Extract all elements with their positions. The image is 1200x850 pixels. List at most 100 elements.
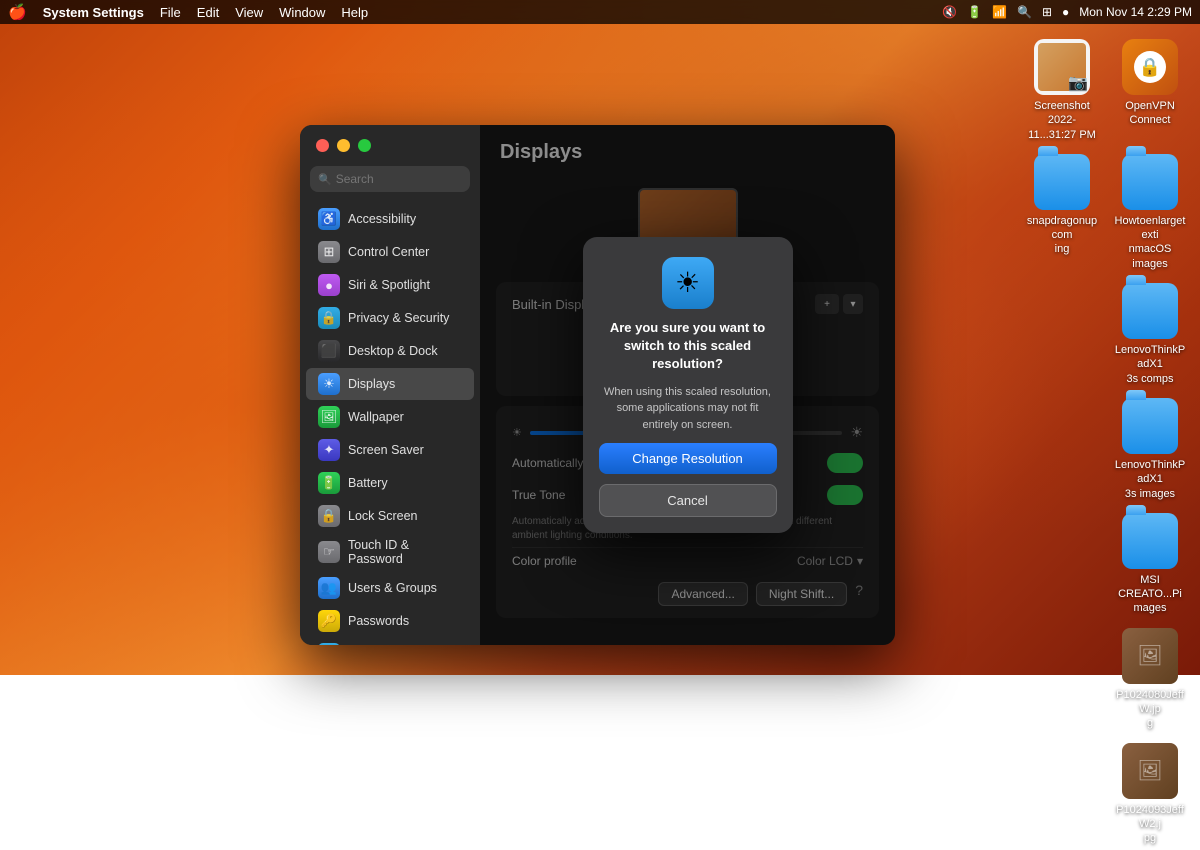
dialog-icon: ☀ [662,257,714,309]
passwords-label: Passwords [348,614,409,628]
search-input[interactable] [336,172,462,186]
howtoen-folder [1122,154,1178,210]
displays-icon: ☀ [318,373,340,395]
sidebar-item-battery[interactable]: 🔋 Battery [306,467,474,499]
sidebar-item-screensaver[interactable]: ✦ Screen Saver [306,434,474,466]
menu-file[interactable]: File [160,5,181,20]
desktop-icon-small: ⬛ [318,340,340,362]
menu-edit[interactable]: Edit [197,5,219,20]
sidebar-item-internet[interactable]: 🌐 Internet Accounts [306,638,474,645]
desktop-icon-screenshot[interactable]: Screenshot2022-11...31:27 PM [1022,35,1102,146]
sidebar-item-siri[interactable]: ● Siri & Spotlight [306,269,474,301]
desktop-row-2: snapdragonupcoming Howtoenlargetextinmac… [1022,150,1190,275]
desktop-row-1: Screenshot2022-11...31:27 PM 🔒 OpenVPN C… [1022,35,1190,146]
lenovo2-label: LenovoThinkPadX13s images [1114,458,1186,501]
sidebar-item-wallpaper[interactable]: 🖼 Wallpaper [306,401,474,433]
touchid-icon: ☞ [318,541,340,563]
sidebar-item-control-center[interactable]: ⊞ Control Center [306,236,474,268]
desktop-row-3: LenovoThinkPadX13s comps [1110,279,1190,390]
screenshot-thumbnail [1034,39,1090,95]
sidebar-item-desktop[interactable]: ⬛ Desktop & Dock [306,335,474,367]
sidebar-item-users[interactable]: 👥 Users & Groups [306,572,474,604]
wallpaper-icon: 🖼 [318,406,340,428]
sidebar-item-touchid[interactable]: ☞ Touch ID & Password [306,533,474,571]
snapdragon-folder [1034,154,1090,210]
p1024093-thumb: 🖼 [1122,743,1178,799]
desktop-row-7: 🖼 P1024093JeffW2.jpg [1110,739,1190,850]
desktop-label: Desktop & Dock [348,344,438,358]
desktop-icon-msi[interactable]: MSICREATO...Pimages [1110,509,1190,620]
sidebar-item-accessibility[interactable]: ♿ Accessibility [306,203,474,235]
display-sun-icon: ☀ [675,266,700,299]
accessibility-label: Accessibility [348,212,416,226]
siri-icon[interactable]: ● [1062,5,1069,19]
menu-help[interactable]: Help [341,5,368,20]
menubar-left: 🍎 System Settings File Edit View Window … [8,3,368,21]
change-resolution-dialog: ☀ Are you sure you want to switch to thi… [583,237,793,533]
search-bar[interactable]: 🔍 [310,166,470,192]
confirm-resolution-button[interactable]: Change Resolution [599,443,777,474]
lock-icon: 🔒 [318,505,340,527]
sidebar-item-passwords[interactable]: 🔑 Passwords [306,605,474,637]
desktop-row-6: 🖼 P1024080JeffW.jpg [1110,624,1190,735]
lenovo1-label: LenovoThinkPadX13s comps [1114,343,1186,386]
desktop-row-4: LenovoThinkPadX13s images [1110,394,1190,505]
close-button[interactable] [316,139,329,152]
desktop-icon-openvpn[interactable]: 🔒 OpenVPN Connect [1110,35,1190,132]
sidebar-item-lock[interactable]: 🔒 Lock Screen [306,500,474,532]
sidebar: 🔍 ♿ Accessibility ⊞ Control Center ● Sir… [300,125,480,645]
main-panel: Displays Built-in Display + [480,125,895,645]
window-controls [300,125,480,162]
desktop-icon-lenovo2[interactable]: LenovoThinkPadX13s images [1110,394,1190,505]
app-name[interactable]: System Settings [43,5,144,20]
modal-overlay: ☀ Are you sure you want to switch to thi… [480,125,895,645]
dialog-title: Are you sure you want to switch to this … [599,319,777,374]
internet-icon: 🌐 [318,643,340,645]
search-icon: 🔍 [318,173,332,186]
msi-label: MSICREATO...Pimages [1114,573,1186,616]
cancel-button[interactable]: Cancel [599,484,777,517]
touchid-label: Touch ID & Password [348,538,462,566]
lenovo1-folder [1122,283,1178,339]
search-icon[interactable]: 🔍 [1017,5,1032,19]
howtoen-label: HowtoenlargetextinmacOS images [1114,214,1186,271]
openvpn-label: OpenVPN Connect [1114,99,1186,128]
desktop-icon-lenovo1[interactable]: LenovoThinkPadX13s comps [1110,279,1190,390]
control-center-icon: ⊞ [318,241,340,263]
screensaver-icon: ✦ [318,439,340,461]
screenshot-label: Screenshot2022-11...31:27 PM [1026,99,1098,142]
minimize-button[interactable] [337,139,350,152]
battery-icon: 🔋 [967,5,982,19]
displays-label: Displays [348,377,395,391]
wallpaper-label: Wallpaper [348,410,404,424]
privacy-label: Privacy & Security [348,311,449,325]
control-center-label: Control Center [348,245,429,259]
desktop-icon-p1024080[interactable]: 🖼 P1024080JeffW.jpg [1110,624,1190,735]
battery-label: Battery [348,476,388,490]
sidebar-item-displays[interactable]: ☀ Displays [306,368,474,400]
accessibility-icon: ♿ [318,208,340,230]
control-center-icon[interactable]: ⊞ [1042,5,1052,19]
screensaver-label: Screen Saver [348,443,424,457]
snapdragon-label: snapdragonupcoming [1026,214,1098,257]
datetime: Mon Nov 14 2:29 PM [1079,5,1192,19]
menubar-right: 🔇 🔋 📶 🔍 ⊞ ● Mon Nov 14 2:29 PM [942,5,1192,19]
desktop-icon-p1024093[interactable]: 🖼 P1024093JeffW2.jpg [1110,739,1190,850]
sidebar-item-privacy[interactable]: 🔒 Privacy & Security [306,302,474,334]
openvpn-thumbnail: 🔒 [1122,39,1178,95]
p1024080-label: P1024080JeffW.jpg [1114,688,1186,731]
passwords-icon: 🔑 [318,610,340,632]
menubar: 🍎 System Settings File Edit View Window … [0,0,1200,24]
desktop-icon-snapdragon[interactable]: snapdragonupcoming [1022,150,1102,261]
desktop-icon-howtoen[interactable]: HowtoenlargetextinmacOS images [1110,150,1190,275]
menu-view[interactable]: View [235,5,263,20]
menu-window[interactable]: Window [279,5,325,20]
lenovo2-folder [1122,398,1178,454]
sidebar-list: ♿ Accessibility ⊞ Control Center ● Siri … [300,200,480,645]
p1024093-label: P1024093JeffW2.jpg [1114,803,1186,846]
battery-icon-small: 🔋 [318,472,340,494]
apple-menu[interactable]: 🍎 [8,3,27,21]
system-settings-window: 🔍 ♿ Accessibility ⊞ Control Center ● Sir… [300,125,895,645]
msi-folder [1122,513,1178,569]
maximize-button[interactable] [358,139,371,152]
